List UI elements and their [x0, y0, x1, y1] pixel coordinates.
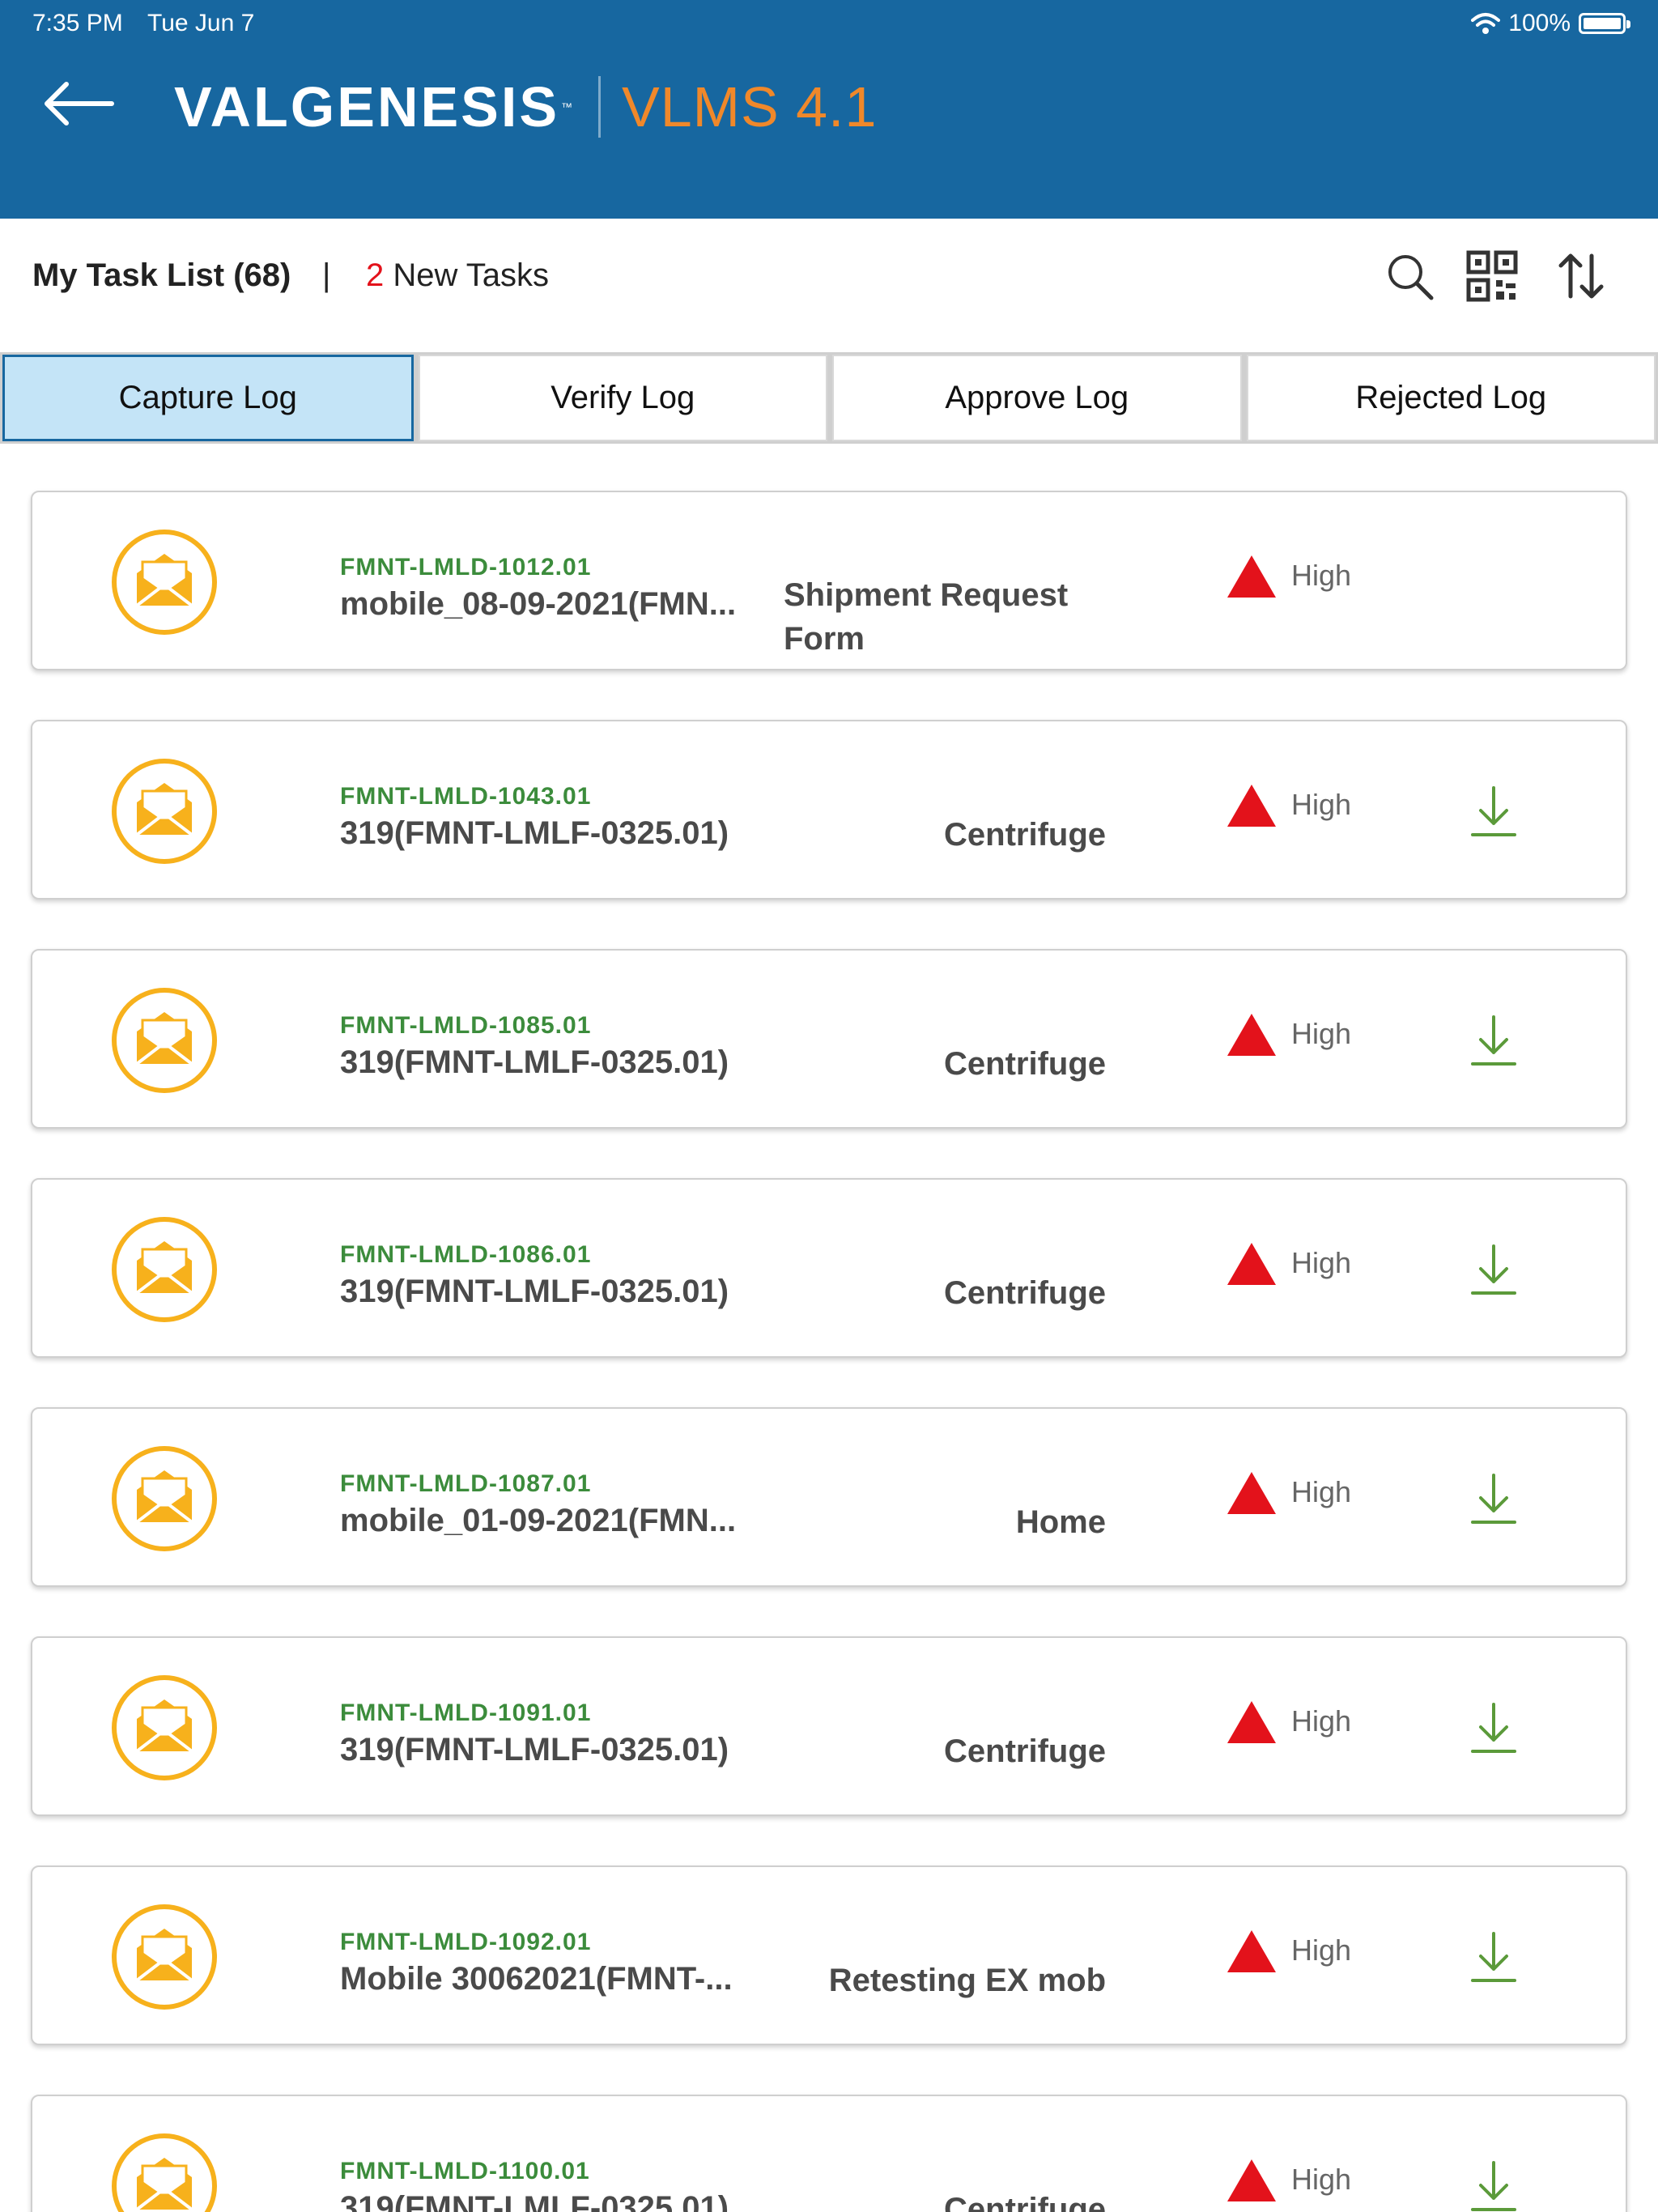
task-code: FMNT-LMLD-1100.01 [340, 2158, 590, 2184]
brand-name: VALGENESIS [174, 75, 560, 138]
task-name: Mobile 30062021(FMNT-... [340, 1961, 733, 1997]
envelope-icon [112, 530, 217, 635]
task-type: Centrifuge [944, 1275, 1106, 1311]
priority-label: High [1291, 559, 1352, 592]
task-list-title: My Task List (68) [32, 257, 291, 293]
task-code: FMNT-LMLD-1087.01 [340, 1470, 592, 1497]
tab-verify-log[interactable]: Verify Log [418, 355, 827, 441]
wifi-icon [1471, 13, 1501, 34]
task-card[interactable]: FMNT-LMLD-1085.01 319(FMNT-LMLF-0325.01)… [31, 949, 1627, 1129]
task-type: Centrifuge [944, 1046, 1106, 1082]
task-type-line: Form [784, 621, 865, 657]
task-card[interactable]: FMNT-LMLD-1091.01 319(FMNT-LMLF-0325.01)… [31, 1636, 1627, 1816]
tab-approve-log[interactable]: Approve Log [832, 355, 1242, 441]
task-code: FMNT-LMLD-1086.01 [340, 1241, 592, 1268]
task-type: Centrifuge [944, 817, 1106, 853]
new-task-count: 2 [366, 257, 385, 293]
priority-high-icon [1227, 2159, 1276, 2201]
task-card[interactable]: FMNT-LMLD-1092.01 Mobile 30062021(FMNT-.… [31, 1865, 1627, 2045]
log-tabs: Capture Log Verify Log Approve Log Rejec… [0, 352, 1658, 444]
task-name: 319(FMNT-LMLF-0325.01) [340, 1732, 729, 1767]
task-card[interactable]: FMNT-LMLD-1087.01 mobile_01-09-2021(FMN.… [31, 1407, 1627, 1587]
task-name: 319(FMNT-LMLF-0325.01) [340, 1044, 729, 1080]
download-icon[interactable] [1469, 1930, 1518, 1985]
task-name: mobile_01-09-2021(FMN... [340, 1503, 737, 1538]
search-icon[interactable] [1381, 248, 1438, 304]
task-type: Retesting EX mob [828, 1963, 1106, 1998]
status-bar: 7:35 PM Tue Jun 7 100% [0, 0, 1658, 47]
envelope-icon [112, 2133, 217, 2212]
priority-high-icon [1227, 1472, 1276, 1514]
tab-capture-log[interactable]: Capture Log [2, 355, 414, 441]
new-tasks-label: New Tasks [384, 257, 550, 293]
priority-label: High [1291, 1933, 1352, 1967]
new-tasks-link[interactable]: 2 New Tasks [366, 257, 549, 294]
task-type: Centrifuge [944, 2192, 1106, 2212]
tab-rejected-log[interactable]: Rejected Log [1246, 355, 1656, 441]
app-header: 7:35 PM Tue Jun 7 100% VALGENESIS ™ VLMS… [0, 0, 1658, 219]
battery-icon [1579, 13, 1630, 34]
task-bar: My Task List (68) | 2 New Tasks [0, 219, 1658, 352]
priority-label: High [1291, 2163, 1352, 2196]
envelope-icon [112, 1446, 217, 1551]
download-icon[interactable] [1469, 2159, 1518, 2212]
task-card[interactable]: FMNT-LMLD-1100.01 319(FMNT-LMLF-0325.01)… [31, 2095, 1627, 2212]
task-card[interactable]: FMNT-LMLD-1043.01 319(FMNT-LMLF-0325.01)… [31, 720, 1627, 900]
envelope-icon [112, 1217, 217, 1322]
task-code: FMNT-LMLD-1091.01 [340, 1699, 592, 1726]
download-icon[interactable] [1469, 1472, 1518, 1527]
brand-divider [598, 76, 602, 138]
priority-high-icon [1227, 1014, 1276, 1056]
brand-trademark: ™ [561, 100, 573, 113]
task-type: Shipment Request Form [784, 573, 1068, 661]
product-name: VLMS 4.1 [622, 75, 878, 138]
download-icon[interactable] [1469, 785, 1518, 840]
priority-label: High [1291, 1017, 1352, 1050]
task-card[interactable]: FMNT-LMLD-1012.01 mobile_08-09-2021(FMN.… [31, 491, 1627, 670]
qr-code-icon[interactable] [1464, 248, 1520, 304]
task-bar-separator: | [322, 257, 331, 293]
priority-label: High [1291, 788, 1352, 821]
task-code: FMNT-LMLD-1012.01 [340, 554, 592, 581]
priority-high-icon [1227, 1243, 1276, 1285]
status-time: 7:35 PM [32, 10, 123, 36]
envelope-icon [112, 988, 217, 1093]
task-type-line: Shipment Request [784, 577, 1069, 613]
battery-percent: 100% [1508, 10, 1571, 36]
priority-high-icon [1227, 785, 1276, 827]
envelope-icon [112, 759, 217, 864]
task-card[interactable]: FMNT-LMLD-1086.01 319(FMNT-LMLF-0325.01)… [31, 1178, 1627, 1358]
download-icon[interactable] [1469, 1014, 1518, 1069]
priority-high-icon [1227, 1930, 1276, 1972]
back-arrow-icon[interactable] [42, 79, 115, 128]
brand: VALGENESIS ™ VLMS 4.1 [174, 74, 877, 139]
task-name: 319(FMNT-LMLF-0325.01) [340, 2190, 729, 2212]
status-date: Tue Jun 7 [147, 10, 255, 36]
download-icon[interactable] [1469, 1243, 1518, 1298]
envelope-icon [112, 1675, 217, 1780]
task-type: Home [1015, 1504, 1106, 1540]
envelope-icon [112, 1904, 217, 2010]
priority-label: High [1291, 1704, 1352, 1738]
task-code: FMNT-LMLD-1092.01 [340, 1929, 592, 1955]
status-indicators: 100% [1471, 10, 1630, 37]
priority-high-icon [1227, 1701, 1276, 1743]
task-code: FMNT-LMLD-1043.01 [340, 783, 592, 810]
task-name: 319(FMNT-LMLF-0325.01) [340, 815, 729, 851]
task-name: 319(FMNT-LMLF-0325.01) [340, 1274, 729, 1309]
sort-icon[interactable] [1553, 248, 1609, 304]
download-icon[interactable] [1469, 1701, 1518, 1756]
task-code: FMNT-LMLD-1085.01 [340, 1012, 592, 1039]
task-name: mobile_08-09-2021(FMN... [340, 586, 737, 622]
priority-high-icon [1227, 555, 1276, 598]
priority-label: High [1291, 1475, 1352, 1508]
priority-label: High [1291, 1246, 1352, 1279]
task-type: Centrifuge [944, 1733, 1106, 1769]
